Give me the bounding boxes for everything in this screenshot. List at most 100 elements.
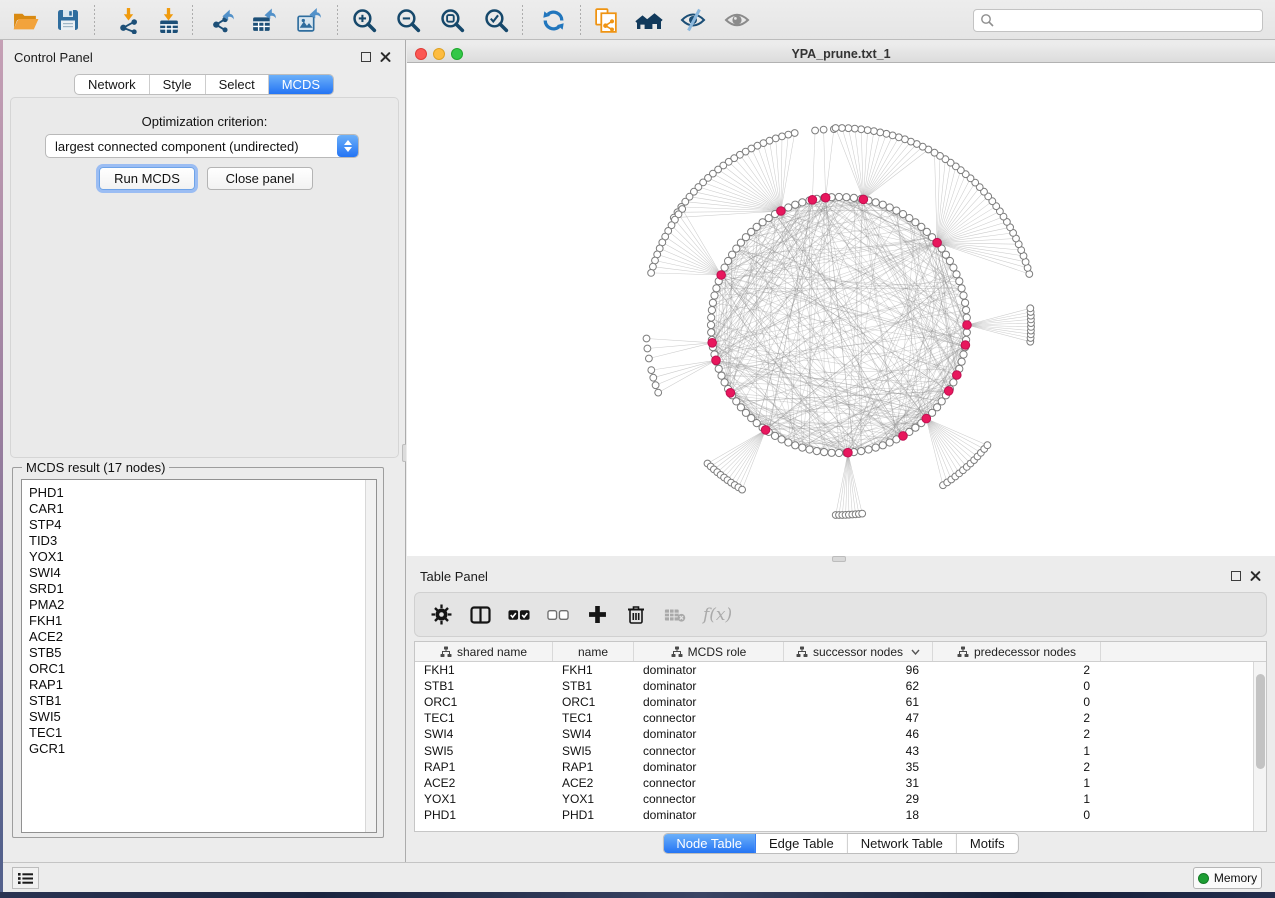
export-network-icon[interactable] [207, 5, 239, 35]
first-neighbors-icon[interactable] [633, 5, 665, 35]
list-item[interactable]: TID3 [29, 533, 376, 549]
zoom-fit-icon[interactable] [436, 5, 468, 35]
column-header-mcds-role[interactable]: MCDS role [634, 642, 784, 661]
list-item[interactable]: TEC1 [29, 725, 376, 741]
table-row[interactable]: STB1STB1dominator620 [415, 678, 1253, 694]
export-table-icon[interactable] [247, 5, 279, 35]
close-panel-icon[interactable] [1250, 570, 1261, 581]
close-panel-icon[interactable] [380, 51, 391, 62]
zoom-out-icon[interactable] [392, 5, 424, 35]
table-scrollbar[interactable] [1253, 662, 1266, 831]
table-row[interactable]: RAP1RAP1dominator352 [415, 759, 1253, 775]
delete-columns-icon[interactable] [625, 604, 647, 626]
show-all-icon[interactable] [721, 5, 753, 35]
scrollbar-thumb[interactable] [1256, 674, 1265, 769]
save-session-icon[interactable] [52, 5, 84, 35]
table-row[interactable]: SWI4SWI4dominator462 [415, 726, 1253, 742]
table-panel-title: Table Panel [420, 569, 488, 584]
memory-status-icon [1198, 873, 1209, 884]
float-panel-icon[interactable] [361, 52, 371, 62]
tab-node-table[interactable]: Node Table [663, 834, 756, 853]
float-panel-icon[interactable] [1231, 571, 1241, 581]
list-item[interactable]: STB1 [29, 693, 376, 709]
network-graph[interactable] [407, 63, 1275, 556]
import-table-disabled-icon [664, 604, 686, 626]
list-item[interactable]: ACE2 [29, 629, 376, 645]
tab-network-table[interactable]: Network Table [848, 834, 957, 853]
column-header-shared-name[interactable]: shared name [415, 642, 553, 661]
network-title: YPA_prune.txt_1 [407, 47, 1275, 61]
network-canvas[interactable] [407, 63, 1275, 556]
list-item[interactable]: YOX1 [29, 549, 376, 565]
control-panel-title: Control Panel [14, 50, 93, 65]
list-item[interactable]: PMA2 [29, 597, 376, 613]
list-item[interactable]: FKH1 [29, 613, 376, 629]
optimization-criterion-label: Optimization criterion: [11, 114, 398, 129]
list-item[interactable]: SWI4 [29, 565, 376, 581]
table-toolbar: f(x) [414, 592, 1267, 637]
deselect-all-checkboxes-icon[interactable] [547, 604, 569, 626]
add-column-icon[interactable] [586, 604, 608, 626]
list-item[interactable]: STB5 [29, 645, 376, 661]
dropdown-stepper-icon [337, 135, 358, 157]
list-item[interactable]: ORC1 [29, 661, 376, 677]
table-header-row: shared name name MCDS role successor nod… [415, 642, 1266, 662]
import-table-icon[interactable] [152, 5, 184, 35]
zoom-in-icon[interactable] [348, 5, 380, 35]
close-panel-button[interactable]: Close panel [207, 167, 313, 190]
toolbar-separator [522, 5, 523, 35]
tab-style[interactable]: Style [150, 75, 206, 94]
control-panel-tabs: Network Style Select MCDS [74, 74, 334, 95]
list-item[interactable]: RAP1 [29, 677, 376, 693]
tab-network[interactable]: Network [75, 75, 150, 94]
run-mcds-button[interactable]: Run MCDS [99, 167, 195, 190]
table-row[interactable]: ORC1ORC1dominator610 [415, 694, 1253, 710]
show-columns-icon[interactable] [469, 604, 491, 626]
tab-select[interactable]: Select [206, 75, 269, 94]
list-item[interactable]: GCR1 [29, 741, 376, 757]
table-row[interactable]: ACE2ACE2connector311 [415, 775, 1253, 791]
select-all-checkboxes-icon[interactable] [508, 604, 530, 626]
list-item[interactable]: SRD1 [29, 581, 376, 597]
network-titlebar[interactable]: YPA_prune.txt_1 [407, 44, 1275, 63]
table-row[interactable]: SWI5SWI5connector431 [415, 742, 1253, 758]
criterion-value: largest connected component (undirected) [46, 139, 337, 154]
network-column-icon [440, 646, 452, 658]
hide-selected-icon[interactable] [677, 5, 709, 35]
table-row[interactable]: YOX1YOX1connector291 [415, 791, 1253, 807]
mcds-result-title: MCDS result (17 nodes) [22, 460, 169, 475]
tab-edge-table[interactable]: Edge Table [756, 834, 848, 853]
column-header-predecessor-nodes[interactable]: predecessor nodes [933, 642, 1101, 661]
table-options-gear-icon[interactable] [430, 604, 452, 626]
mcds-options-box: Optimization criterion: largest connecte… [10, 97, 399, 458]
criterion-dropdown[interactable]: largest connected component (undirected) [45, 134, 359, 158]
memory-label: Memory [1214, 871, 1257, 885]
result-list-scrollbar[interactable] [365, 480, 376, 832]
tab-motifs[interactable]: Motifs [957, 834, 1018, 853]
column-header-name[interactable]: name [553, 642, 634, 661]
column-header-successor-nodes[interactable]: successor nodes [784, 642, 933, 661]
export-image-icon[interactable] [292, 5, 324, 35]
memory-button[interactable]: Memory [1193, 867, 1262, 889]
zoom-selected-icon[interactable] [480, 5, 512, 35]
tab-mcds[interactable]: MCDS [269, 75, 333, 94]
show-panels-list-button[interactable] [12, 867, 39, 889]
open-session-icon[interactable] [9, 5, 41, 35]
import-network-icon[interactable] [112, 5, 144, 35]
list-item[interactable]: SWI5 [29, 709, 376, 725]
list-item[interactable]: PHD1 [29, 485, 376, 501]
toolbar-separator [580, 5, 581, 35]
network-from-selection-icon[interactable] [590, 5, 622, 35]
node-table: shared name name MCDS role successor nod… [414, 641, 1267, 832]
search-icon [980, 13, 995, 28]
search-input[interactable] [973, 9, 1263, 32]
list-item[interactable]: CAR1 [29, 501, 376, 517]
mcds-result-list[interactable]: PHD1 CAR1 STP4 TID3 YOX1 SWI4 SRD1 PMA2 … [21, 479, 377, 833]
apply-layout-icon[interactable] [537, 5, 569, 35]
mcds-result-group: MCDS result (17 nodes) PHD1 CAR1 STP4 TI… [12, 467, 384, 838]
table-row[interactable]: PHD1PHD1dominator180 [415, 807, 1253, 823]
table-row[interactable]: TEC1TEC1connector472 [415, 710, 1253, 726]
main-toolbar [0, 0, 1275, 40]
list-item[interactable]: STP4 [29, 517, 376, 533]
table-row[interactable]: FKH1FKH1dominator962 [415, 662, 1253, 678]
